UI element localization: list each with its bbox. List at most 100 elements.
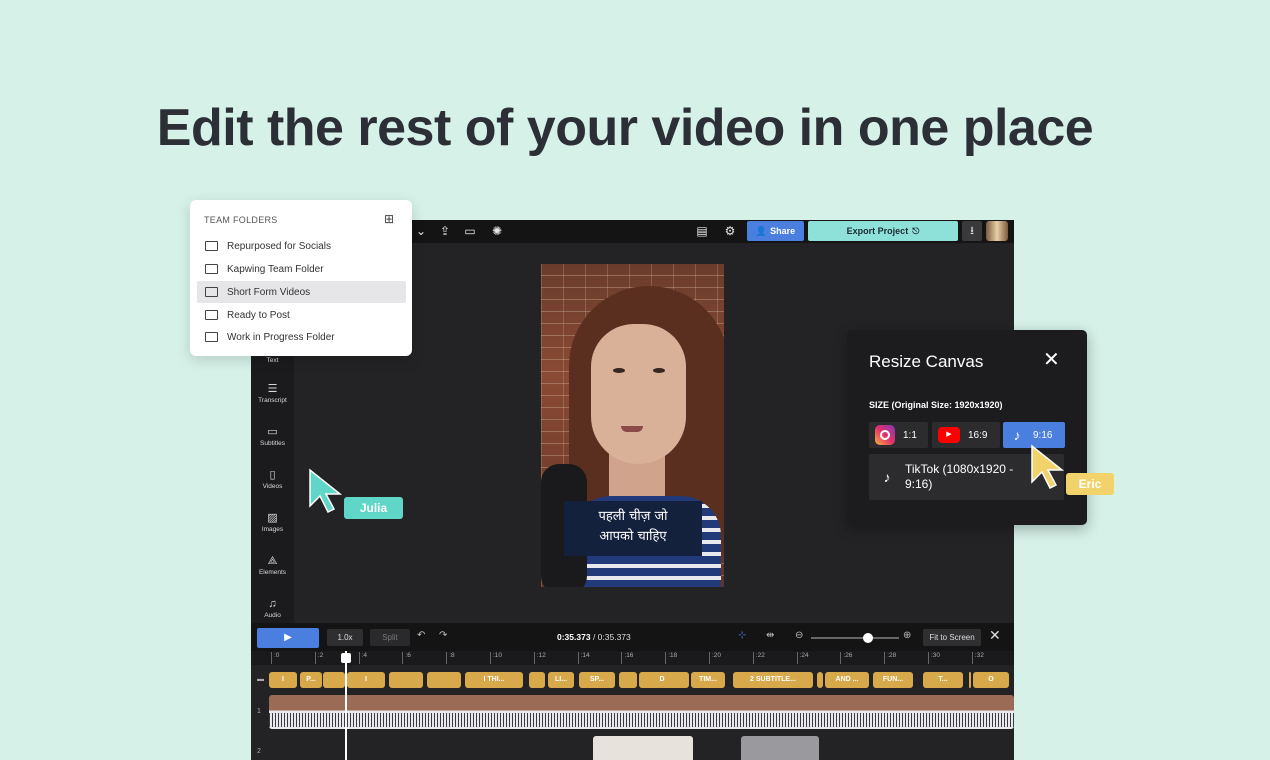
folder-item[interactable]: Repurposed for Socials (197, 235, 406, 257)
sidebar-item-text[interactable]: Text (251, 355, 294, 364)
folder-icon (205, 287, 218, 297)
folder-item[interactable]: Kapwing Team Folder (197, 258, 406, 280)
transcript-icon: ☰ (267, 383, 278, 395)
caption-clip[interactable] (619, 672, 637, 688)
zoom-in-icon[interactable]: ⊕ (903, 630, 911, 641)
julia-cursor-label: Julia (344, 497, 403, 519)
team-folders-popup: TEAM FOLDERS ⊞ Repurposed for Socials Ka… (190, 200, 412, 356)
caption-clip[interactable]: O (973, 672, 1009, 688)
folder-icon (205, 332, 218, 342)
timeline-tick: :14 (577, 652, 590, 664)
caption-clip[interactable]: AND ... (825, 672, 869, 688)
comment-icon[interactable]: ▤ (694, 223, 710, 239)
timeline-tick: :26 (840, 652, 852, 664)
caption-clip[interactable]: I THI... (465, 672, 523, 688)
caption-clip[interactable] (427, 672, 461, 688)
eric-cursor-icon (1031, 444, 1065, 490)
caption-clip[interactable]: SP... (579, 672, 615, 688)
clip-thumbnail[interactable] (741, 736, 819, 760)
upload-icon[interactable]: ⇪ (437, 223, 453, 239)
speed-select[interactable]: 1.0x (327, 629, 363, 646)
sidebar-item-elements[interactable]: ⟁ Elements (251, 555, 294, 576)
caption-track-icon: ▬ (257, 676, 264, 683)
caption-clip[interactable]: I (347, 672, 385, 688)
timeline-tick: :8 (446, 652, 455, 664)
clip-thumbnail[interactable] (593, 736, 693, 760)
user-icon: 👤 (755, 225, 768, 236)
audio-waveform (269, 713, 1014, 727)
timeline-tick: :6 (402, 652, 411, 664)
caption-clip[interactable] (389, 672, 423, 688)
caption-clip[interactable] (817, 672, 823, 688)
caption-clip[interactable]: FUN... (873, 672, 913, 688)
export-icon: ⎋ (912, 225, 920, 236)
fit-to-screen-button[interactable]: Fit to Screen (923, 629, 981, 646)
folder-item-selected[interactable]: Short Form Videos (197, 281, 406, 303)
sidebar-item-audio[interactable]: ♫ Audio (251, 598, 294, 619)
sidebar-item-subtitles[interactable]: ▭ Subtitles (251, 426, 294, 447)
caption-clip[interactable]: I (269, 672, 297, 688)
sidebar-item-transcript[interactable]: ☰ Transcript (251, 383, 294, 404)
folder-item[interactable]: Work in Progress Folder (197, 326, 406, 348)
caption-clip[interactable] (529, 672, 545, 688)
subtitle-overlay[interactable]: पहली चीज़ जो आपको चाहिए (564, 501, 702, 556)
zoom-slider-handle[interactable] (863, 633, 873, 643)
sidebar-item-images[interactable]: ▨ Images (251, 512, 294, 533)
captions-icon[interactable]: ▭ (462, 223, 478, 239)
split-button[interactable]: Split (370, 629, 410, 646)
caption-clip[interactable]: LI... (548, 672, 574, 688)
zoom-out-icon[interactable]: ⊖ (795, 630, 803, 641)
eric-cursor-label: Eric (1066, 473, 1114, 495)
timeline-tick: :16 (621, 652, 633, 664)
chevron-down-icon[interactable]: ⌄ (413, 223, 429, 239)
caption-clip[interactable] (673, 672, 689, 688)
timeline-tick: :2 (314, 652, 323, 664)
lightbulb-icon[interactable]: ✺ (489, 223, 505, 239)
instagram-icon (875, 425, 895, 445)
tiktok-icon: ♪ (1013, 427, 1021, 443)
caption-clip[interactable]: T... (923, 672, 963, 688)
split-clip-icon[interactable]: ⊹ (738, 630, 746, 641)
caption-clip[interactable] (323, 672, 345, 688)
timeline-tick: :28 (884, 652, 896, 664)
zoom-slider[interactable] (811, 637, 899, 639)
download-button[interactable]: ⭳ (962, 221, 982, 241)
undo-icon[interactable]: ↶ (417, 630, 425, 641)
elements-icon: ⟁ (267, 555, 278, 567)
close-icon[interactable]: ✕ (989, 627, 1001, 644)
redo-icon[interactable]: ↷ (439, 630, 447, 641)
timeline-tick: :20 (709, 652, 721, 664)
new-folder-icon[interactable]: ⊞ (384, 212, 394, 226)
resize-canvas-title: Resize Canvas (869, 352, 984, 371)
play-icon: ▶ (284, 632, 292, 643)
video-track[interactable] (269, 695, 1014, 729)
page-headline: Edit the rest of your video in one place (156, 99, 1094, 157)
caption-track[interactable]: I P... I I THI... LI... SP... D TIM... 2 SUBTITL… (269, 672, 1014, 688)
avatar[interactable] (986, 221, 1008, 241)
resize-canvas-panel: Resize Canvas ✕ SIZE (Original Size: 192… (847, 330, 1087, 525)
caption-clip[interactable]: TIM... (691, 672, 725, 688)
timeline-tick: :24 (796, 652, 809, 664)
timeline-tick: :0 (271, 652, 279, 664)
track-number: 2 (257, 748, 261, 755)
share-button[interactable]: 👤 Share (747, 221, 804, 241)
images-icon: ▨ (267, 512, 278, 524)
size-option-1-1[interactable]: 1:1 (869, 422, 928, 448)
playhead-handle[interactable] (341, 653, 351, 663)
caption-clip[interactable]: 2 SUBTITLE... (733, 672, 813, 688)
timeline-tick: :22 (752, 652, 765, 664)
export-project-button[interactable]: Export Project ⎋ (808, 221, 958, 241)
sidebar-item-videos[interactable]: ▯ Videos (251, 469, 294, 490)
caption-clip[interactable]: P... (300, 672, 322, 688)
caption-clip[interactable] (969, 672, 971, 688)
folder-icon (205, 310, 218, 320)
close-icon[interactable]: ✕ (1043, 347, 1060, 372)
gear-icon[interactable]: ⚙ (722, 223, 738, 239)
size-option-16-9[interactable]: ▶ 16:9 (932, 422, 1000, 448)
fit-width-icon[interactable]: ⇹ (766, 630, 774, 641)
play-button[interactable]: ▶ (257, 628, 319, 648)
playhead[interactable] (345, 651, 347, 760)
timeline-ruler[interactable]: :0:2:4:6:8:10:12:14:16:18:20:22:24:26:28… (251, 651, 1014, 665)
team-folders-title: TEAM FOLDERS (204, 215, 278, 225)
folder-item[interactable]: Ready to Post (197, 304, 406, 326)
